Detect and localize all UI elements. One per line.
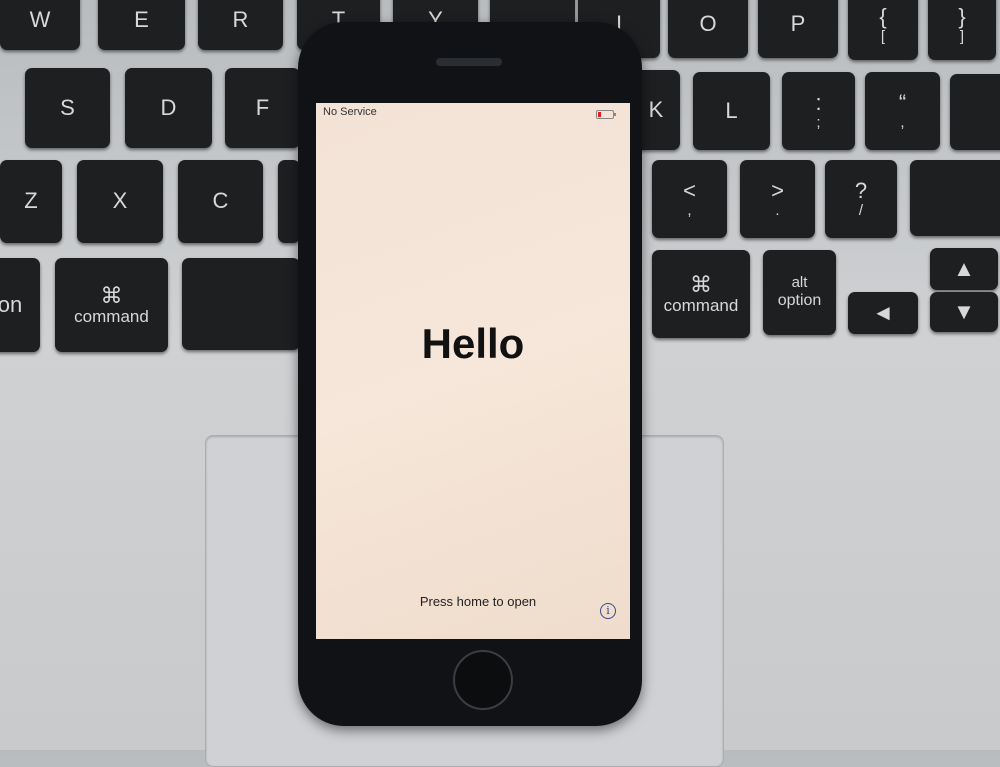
- keyboard-key[interactable]: W: [0, 0, 80, 50]
- carrier-status: No Service: [323, 106, 377, 118]
- info-icon[interactable]: i: [600, 603, 616, 619]
- key-sublabel: option: [777, 291, 822, 309]
- key-sublabel: command: [663, 295, 739, 315]
- keyboard-key[interactable]: [182, 258, 300, 350]
- key-label: ◄: [872, 299, 894, 325]
- key-sublabel: ,: [900, 113, 905, 131]
- keyboard-key[interactable]: :;: [782, 72, 855, 150]
- keyboard-key[interactable]: “,: [865, 72, 940, 150]
- keyboard-key[interactable]: X: [77, 160, 163, 243]
- earpiece-speaker: [436, 58, 502, 66]
- keyboard-key[interactable]: <,: [652, 160, 727, 238]
- key-label: R: [232, 6, 249, 32]
- keyboard-key[interactable]: ▼: [930, 292, 998, 332]
- key-label: >: [771, 177, 784, 203]
- key-label: ⌘: [690, 271, 712, 297]
- key-sublabel: ,: [687, 201, 692, 219]
- keyboard-key[interactable]: ⌘ command: [55, 258, 168, 352]
- key-label: W: [29, 6, 51, 32]
- keyboard-key[interactable]: C: [178, 160, 263, 243]
- keyboard-key[interactable]: ▲: [930, 248, 998, 290]
- key-sublabel: .: [775, 201, 780, 219]
- keyboard-key[interactable]: R: [198, 0, 283, 50]
- keyboard-key[interactable]: {[: [848, 0, 918, 60]
- key-label: K: [648, 96, 664, 122]
- key-label: S: [60, 94, 75, 120]
- key-label: “: [898, 89, 907, 115]
- keyboard-key[interactable]: [278, 160, 300, 243]
- key-label: L: [725, 97, 738, 123]
- key-label: alt: [791, 274, 808, 292]
- lock-screen: No Service Hello Press home to open i: [316, 103, 630, 639]
- keyboard-key[interactable]: alt option: [763, 250, 836, 335]
- key-label: {: [879, 3, 887, 29]
- key-label: F: [255, 94, 270, 120]
- keyboard-key[interactable]: }]: [928, 0, 996, 60]
- key-label: }: [958, 3, 966, 29]
- key-label: ▲: [953, 255, 975, 281]
- key-label: ⌘: [100, 282, 123, 308]
- key-label: ▼: [953, 298, 975, 324]
- battery-low-icon: [596, 110, 616, 119]
- key-sublabel: [: [880, 27, 886, 45]
- keyboard-key[interactable]: ? /: [825, 160, 897, 238]
- keyboard-key[interactable]: on: [0, 258, 40, 352]
- key-label: D: [160, 94, 177, 120]
- press-home-prompt: Press home to open: [419, 594, 537, 609]
- key-label: X: [112, 188, 128, 214]
- hello-greeting: Hello: [421, 320, 525, 367]
- keyboard-key[interactable]: Z: [0, 160, 62, 243]
- key-sublabel: /: [858, 201, 864, 219]
- keyboard-key[interactable]: P: [758, 0, 838, 58]
- key-sublabel: ;: [816, 113, 821, 131]
- key-label: E: [134, 6, 149, 32]
- keyboard-key[interactable]: >.: [740, 160, 815, 238]
- key-label: ?: [854, 177, 868, 203]
- keyboard-key[interactable]: S: [25, 68, 110, 148]
- keyboard-key[interactable]: E: [98, 0, 185, 50]
- key-label: C: [212, 188, 229, 214]
- key-sublabel: command: [74, 306, 149, 326]
- keyboard-key[interactable]: [950, 74, 1000, 150]
- keyboard-key[interactable]: ◄: [848, 292, 918, 334]
- key-label: <: [683, 177, 696, 203]
- key-label: :: [815, 89, 822, 115]
- iphone: No Service Hello Press home to open i: [298, 22, 642, 726]
- key-sublabel: ]: [959, 27, 965, 45]
- home-button[interactable]: [453, 650, 513, 710]
- keyboard-key[interactable]: ⌘ command: [652, 250, 750, 338]
- keyboard-key[interactable]: L: [693, 72, 770, 150]
- keyboard-key[interactable]: D: [125, 68, 212, 148]
- key-label: O: [699, 10, 717, 36]
- key-label: P: [790, 10, 806, 36]
- keyboard-key[interactable]: [910, 160, 1000, 236]
- keyboard-key[interactable]: F: [225, 68, 300, 148]
- key-label: on: [0, 291, 23, 317]
- keyboard-key[interactable]: O: [668, 0, 748, 58]
- key-label: Z: [24, 188, 38, 214]
